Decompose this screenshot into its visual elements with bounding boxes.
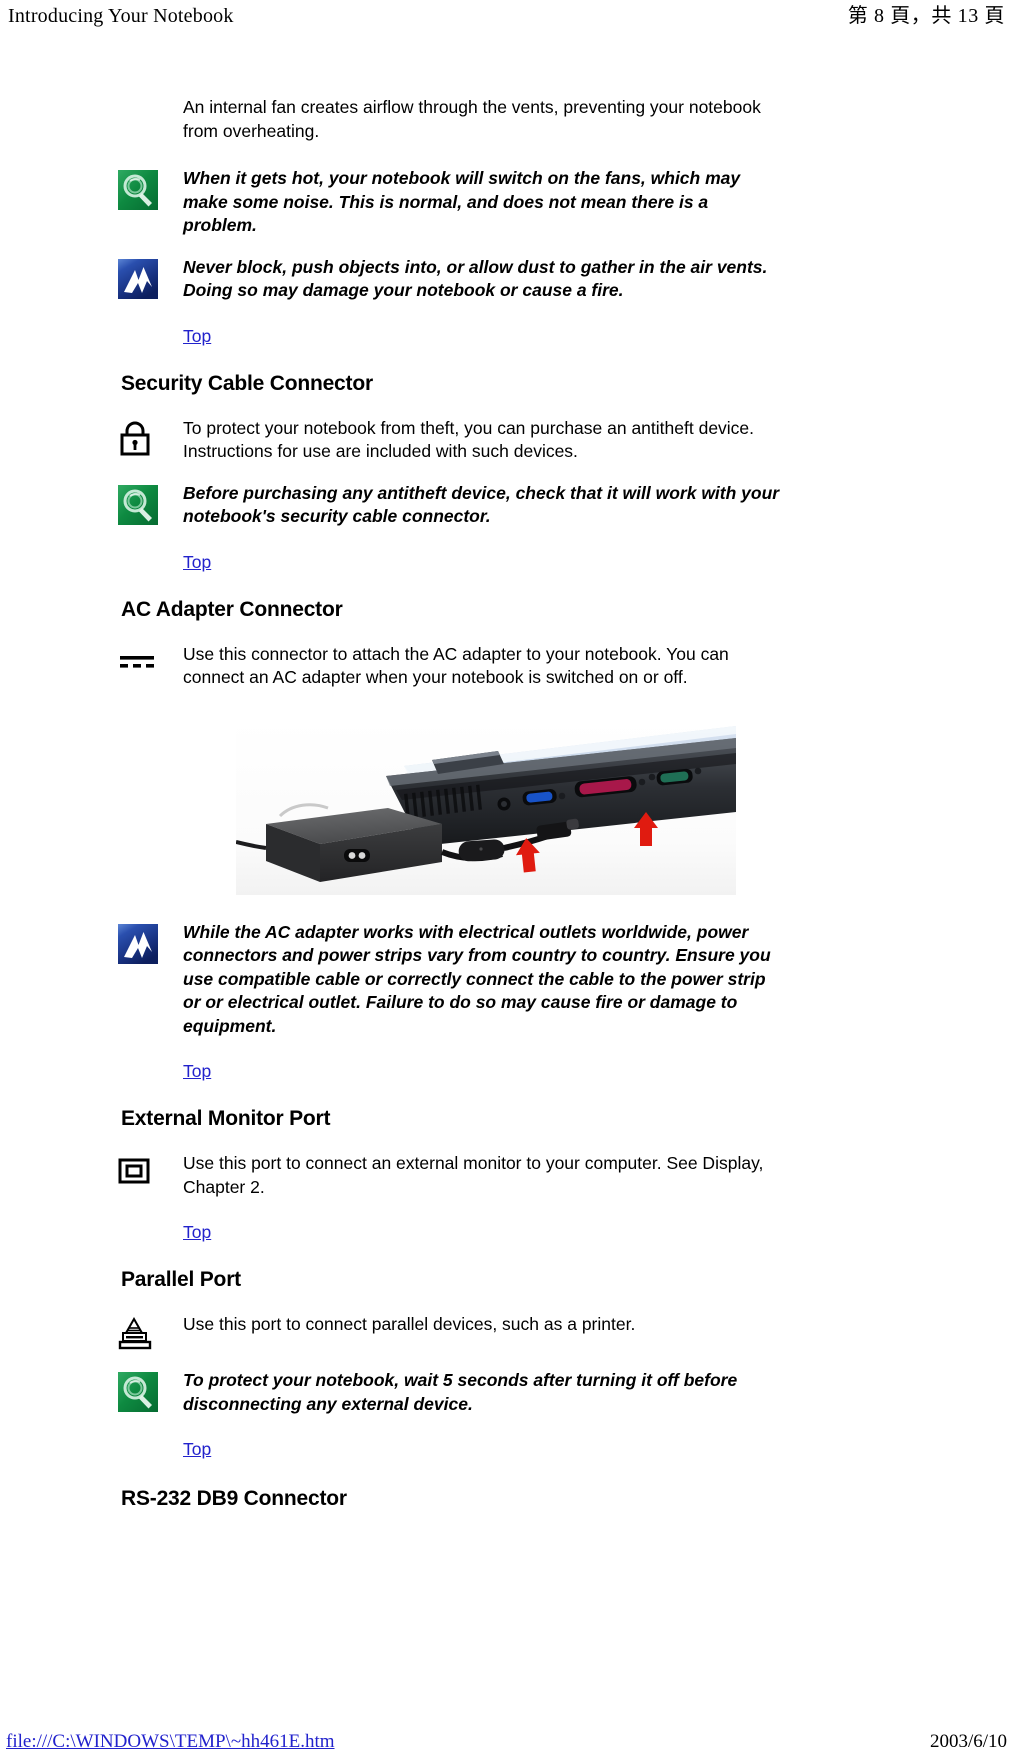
ac-adapter-photo-wrapper [236, 719, 736, 895]
lock-icon-wrapper [118, 417, 183, 456]
parallel-port-note-block: To protect your notebook, wait 5 seconds… [0, 1369, 1013, 1416]
fan-warning-block: Never block, push objects into, or allow… [0, 256, 1013, 303]
header-page-indicator: 第 8 頁，共 13 頁 [847, 5, 1005, 27]
header-document-title: Introducing Your Notebook [8, 5, 234, 27]
external-monitor-body-block: Use this port to connect an external mon… [0, 1152, 1013, 1199]
fan-paragraph: An internal fan creates airflow through … [183, 97, 761, 141]
external-monitor-body-text: Use this port to connect an external mon… [183, 1153, 764, 1197]
parallel-port-body-text: Use this port to connect parallel device… [183, 1314, 636, 1334]
top-link[interactable]: Top [183, 1439, 211, 1459]
warning-icon-wrapper-2 [118, 921, 183, 964]
parallel-port-body-block: Use this port to connect parallel device… [0, 1313, 1013, 1351]
top-link-wrapper-5: Top [183, 1438, 1013, 1460]
page-header: Introducing Your Notebook 第 8 頁，共 13 頁 [0, 0, 1013, 34]
security-cable-note-text: Before purchasing any antitheft device, … [183, 482, 780, 527]
document-content: An internal fan creates airflow through … [0, 96, 1013, 1512]
top-link-wrapper-4: Top [183, 1221, 1013, 1243]
external-monitor-icon [118, 1158, 150, 1184]
ac-adapter-warning-block: While the AC adapter works with electric… [0, 921, 1013, 1039]
note-tip-icon [118, 1372, 158, 1412]
iec-socket [344, 848, 370, 862]
security-cable-body-block: To protect your notebook from theft, you… [0, 417, 1013, 464]
warning-icon-wrapper [118, 256, 183, 299]
warning-lightning-icon [118, 923, 158, 964]
ac-adapter-photo [236, 719, 736, 895]
section-title-ac-adapter-connector: AC Adapter Connector [121, 597, 343, 621]
top-link[interactable]: Top [183, 552, 211, 572]
top-link[interactable]: Top [183, 1222, 211, 1242]
section-title-security-cable-connector: Security Cable Connector [121, 371, 373, 395]
security-cable-note-block: Before purchasing any antitheft device, … [0, 482, 1013, 529]
note-tip-icon [118, 170, 158, 210]
top-link-wrapper-1: Top [183, 325, 1013, 347]
printer-icon-wrapper [118, 1313, 183, 1351]
security-cable-body-text: To protect your notebook from theft, you… [183, 417, 755, 462]
dc-power-icon-wrapper [118, 643, 183, 674]
top-link-wrapper-2: Top [183, 551, 1013, 573]
top-link[interactable]: Top [183, 326, 211, 346]
fan-warning-text: Never block, push objects into, or allow… [183, 256, 768, 301]
ac-adapter-body-block: Use this connector to attach the AC adap… [0, 643, 1013, 690]
parallel-port-note-text: To protect your notebook, wait 5 seconds… [183, 1370, 738, 1414]
top-link[interactable]: Top [183, 1061, 211, 1081]
printer-parallel-icon [118, 1317, 152, 1350]
note-tip-icon [118, 484, 158, 525]
page-footer: file:///C:\WINDOWS\TEMP\~hh461E.htm 2003… [0, 1720, 1013, 1754]
monitor-icon-wrapper [118, 1152, 183, 1184]
footer-date: 2003/6/10 [929, 1731, 1007, 1752]
fan-note-block: When it gets hot, your notebook will swi… [0, 167, 1013, 238]
padlock-icon [120, 421, 150, 455]
note-icon-wrapper-2 [118, 482, 183, 525]
warning-lightning-icon [118, 258, 158, 299]
top-link-wrapper-3: Top [183, 1060, 1013, 1082]
section-title-rs232-db9-connector: RS-232 DB9 Connector [121, 1487, 347, 1510]
ac-adapter-warning-text: While the AC adapter works with electric… [183, 921, 771, 1036]
dc-power-connector-icon [120, 655, 154, 668]
ac-adapter-body-text: Use this connector to attach the AC adap… [183, 643, 729, 688]
section-title-parallel-port: Parallel Port [121, 1268, 241, 1291]
section-title-external-monitor-port: External Monitor Port [121, 1107, 331, 1130]
note-icon-wrapper-3 [118, 1369, 183, 1412]
fan-note-text: When it gets hot, your notebook will swi… [183, 168, 741, 235]
footer-file-path[interactable]: file:///C:\WINDOWS\TEMP\~hh461E.htm [6, 1730, 335, 1754]
note-icon-wrapper [118, 167, 183, 210]
